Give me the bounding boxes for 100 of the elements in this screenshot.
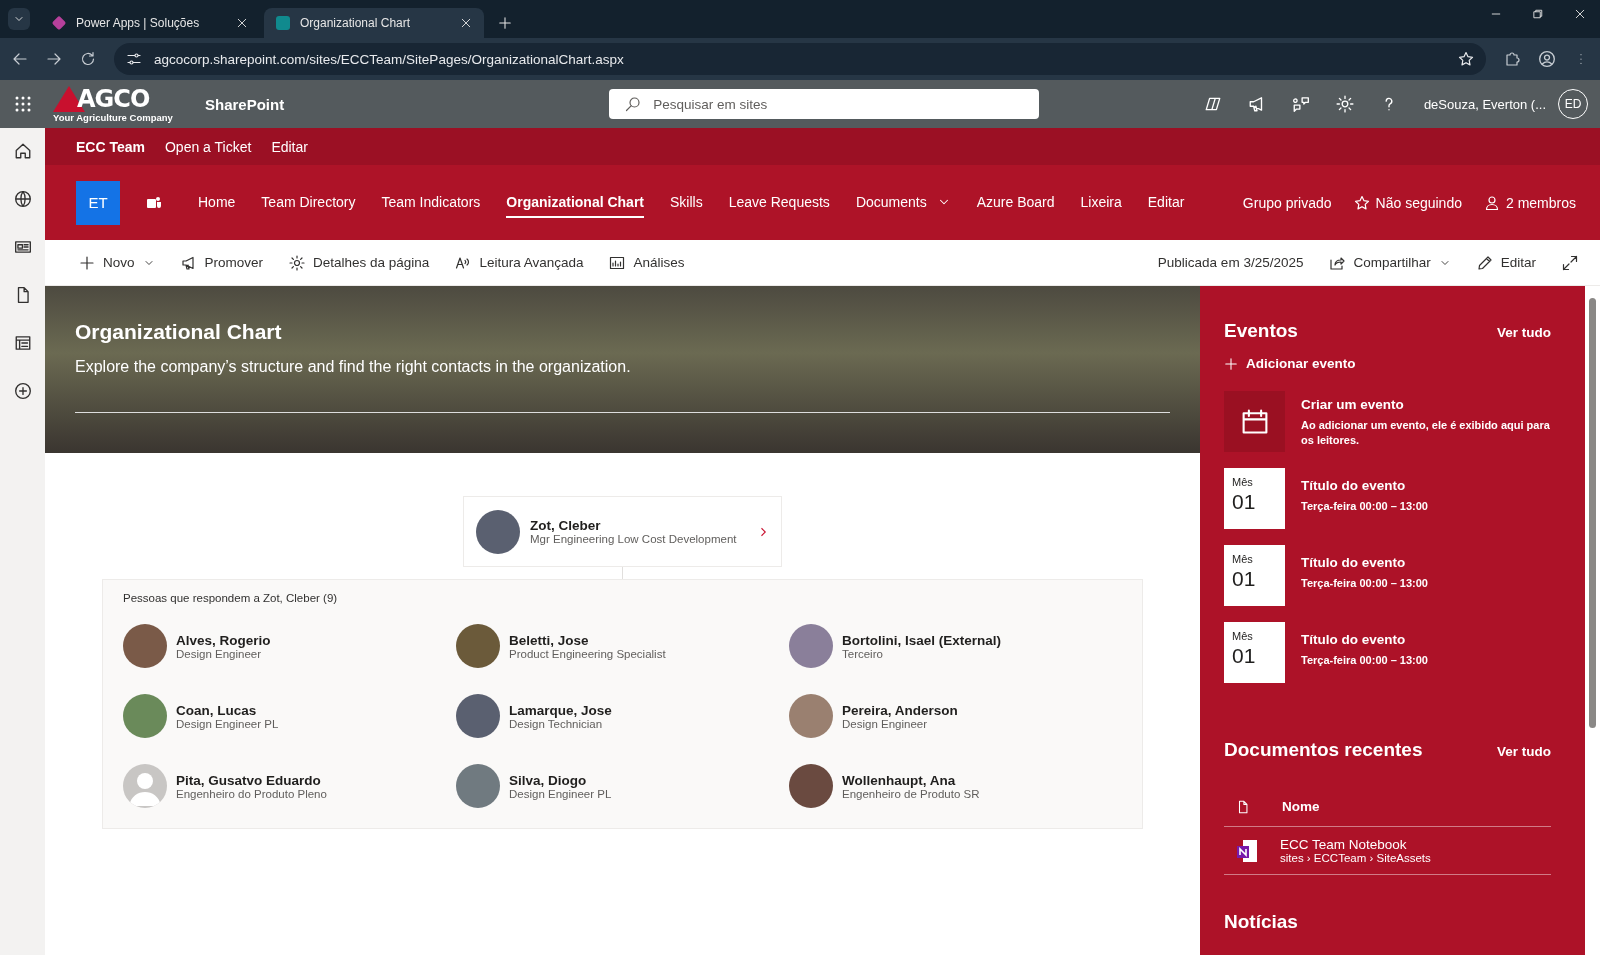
app-launcher-icon[interactable] [14,96,31,112]
event-title[interactable]: Título do evento [1301,555,1428,570]
follow-button[interactable]: Não seguindo [1353,194,1462,211]
browser-tab[interactable]: Organizational Chart [264,8,484,38]
document-name[interactable]: ECC Team Notebook [1280,837,1431,852]
person-title: Design Engineer [842,717,929,730]
site-nav-link[interactable]: Skills [670,187,703,218]
command-button[interactable]: Leitura Avançada [455,254,584,271]
site-nav-link[interactable]: Organizational Chart [506,187,644,218]
back-icon [12,51,28,67]
published-date: Publicada em 3/25/2025 [1157,255,1304,270]
gear-icon [289,254,306,271]
hero-title: Organizational Chart [75,320,283,344]
person-name[interactable]: Pita, Gusatvo Eduardo [176,772,327,788]
hub-nav-link[interactable]: Open a Ticket [165,134,252,159]
person-title: Engenheiro de Produto SR [842,787,980,800]
event-title[interactable]: Título do evento [1301,478,1428,493]
person-photo [789,694,833,738]
chart-icon [609,254,626,271]
list-icon [13,334,32,352]
add-event-button[interactable]: Adicionar evento [1224,356,1551,371]
person-name[interactable]: Beletti, Jose [509,632,666,648]
user-name[interactable]: deSouza, Everton (... [1423,96,1546,112]
person-photo [456,764,500,808]
event-title: Criar um evento [1301,397,1405,412]
column-header[interactable]: Nome [1282,799,1320,814]
share-button[interactable]: Compartilhar [1329,254,1451,271]
reload-icon [80,51,96,67]
site-settings-icon [126,51,142,67]
pencil-icon [1476,254,1493,271]
date-tile: Mês 01 [1224,545,1285,606]
site-nav-link[interactable]: Team Directory [261,187,356,218]
site-nav-link[interactable]: Azure Board [976,187,1055,218]
hub-nav-link[interactable]: Editar [271,134,308,159]
event-title[interactable]: Título do evento [1301,632,1428,647]
site-logo[interactable]: ET [76,180,120,225]
star-icon [1353,194,1370,211]
file-icon [1236,799,1250,814]
expand-icon [1562,254,1578,271]
person-name[interactable]: Bortolini, Isael (External) [842,632,1002,648]
reports-heading: Pessoas que respondem a Zot, Cleber (9) [123,592,339,604]
news-icon [13,238,32,256]
site-nav-link[interactable]: Lixeira [1080,187,1122,218]
company-logo: AGCO [77,86,150,111]
extensions-icon [1504,51,1520,67]
new-tab-icon [498,16,512,30]
site-nav-link[interactable]: Leave Requests [728,187,830,218]
profile-icon [1538,50,1556,68]
manager-photo [476,509,520,554]
manager-card[interactable]: Zot, Cleber Mgr Engineering Low Cost Development [463,496,782,567]
site-nav-link[interactable]: Documents [855,187,951,218]
see-all-link[interactable]: Ver tudo [1497,744,1551,759]
event-time: Terça-feira 00:00 – 13:00 [1301,576,1428,591]
close-icon [1574,8,1586,20]
person-photo [123,624,167,668]
person-photo [456,694,500,738]
megaphone-icon [180,254,197,271]
logo-tagline: Your Agriculture Company [53,111,174,123]
app-name[interactable]: SharePoint [205,95,285,113]
events-title: Eventos [1224,320,1298,342]
document-path: sites › ECCTeam › SiteAssets [1280,852,1431,864]
event-hint: Ao adicionar um evento, ele é exibido aqui para os leitores. [1301,418,1551,448]
site-nav-link[interactable]: Team Indicators [381,187,481,218]
person-photo [456,624,500,668]
person-title: Design Engineer PL [509,787,612,800]
command-button[interactable]: Análises [609,254,685,271]
close-icon [236,17,248,29]
edit-button[interactable]: Editar [1476,254,1536,271]
command-button[interactable]: Detalhes da página [289,254,430,271]
close-icon [460,17,472,29]
scrollbar-thumb[interactable] [1589,298,1596,728]
date-tile: Mês 01 [1224,622,1285,683]
person-name[interactable]: Lamarque, Jose [509,702,612,718]
person-photo [789,764,833,808]
hub-nav-link[interactable]: ECC Team [76,134,145,159]
person-name[interactable]: Pereira, Anderson [842,702,958,718]
person-name[interactable]: Silva, Diogo [509,772,612,788]
person-icon [1483,194,1500,211]
person-title: Engenheiro do Produto Pleno [176,787,327,800]
site-nav-link[interactable]: Home [198,187,236,218]
person-name[interactable]: Alves, Rogerio [176,632,271,648]
browser-tab[interactable]: Power Apps | Soluções [40,8,260,38]
person-title: Design Engineer PL [176,717,279,730]
person-name[interactable]: Coan, Lucas [176,702,279,718]
privacy-label: Grupo privado [1242,194,1332,211]
news-title: Notícias [1224,911,1299,933]
person-name[interactable]: Wollenhaupt, Ana [842,772,980,788]
documents-title: Documentos recentes [1224,739,1423,761]
members-button[interactable]: 2 membros [1483,194,1576,211]
calendar-icon [1240,407,1269,436]
command-button[interactable]: Promover [180,254,264,271]
site-nav-link[interactable]: Editar [1147,187,1185,218]
see-all-link[interactable]: Ver tudo [1497,325,1551,340]
event-time: Terça-feira 00:00 – 13:00 [1301,499,1428,514]
forward-icon [46,51,62,67]
command-button[interactable]: Novo [79,254,155,271]
person-photo [123,694,167,738]
bookmark-star-icon [1458,51,1474,67]
hero-subtitle: Explore the company’s structure and find the right contacts in the organization. [75,358,632,376]
person-name: Zot, Cleber [530,518,602,533]
